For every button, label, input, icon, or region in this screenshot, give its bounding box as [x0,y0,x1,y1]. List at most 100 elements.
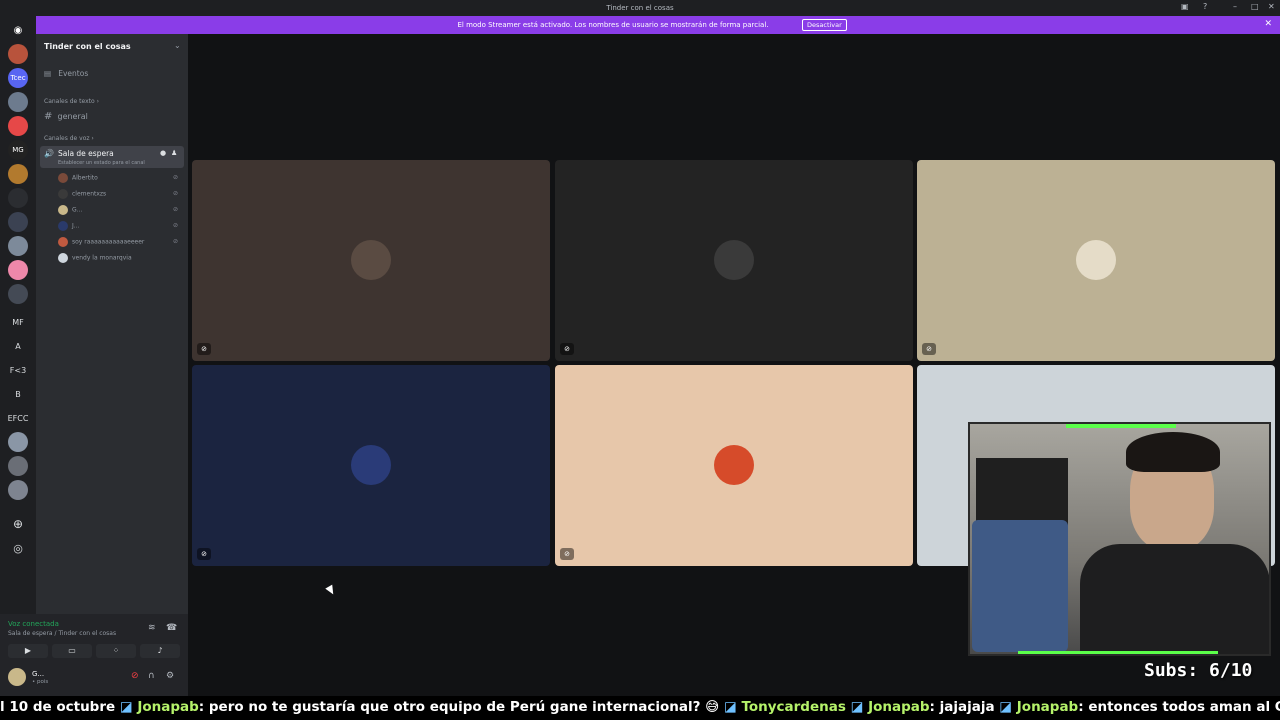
voice-user-avatar [58,205,68,215]
voice-user-avatar [58,237,68,247]
subs-counter: Subs: 6/10 [1144,660,1253,681]
screen-share-button[interactable]: ▭ [52,644,92,658]
server-icon[interactable]: B [8,384,28,404]
inbox-icon[interactable]: ▣ [1181,2,1189,11]
server-icon[interactable] [8,236,28,256]
voice-user-name: vendy la monarqvia [72,254,132,262]
user-name[interactable]: G... [32,670,44,678]
server-icon[interactable] [8,188,28,208]
participant-tile[interactable]: ⊘ [192,365,550,566]
explore-icon[interactable]: ◎ [8,538,28,558]
muted-icon: ⊘ [172,238,178,245]
voice-user-avatar [58,173,68,183]
close-banner-icon[interactable]: ✕ [1264,19,1272,29]
voice-user[interactable]: G... [58,205,82,215]
webcam-frame-accent-bottom [1018,651,1218,654]
server-label: Tcec [10,74,26,82]
participant-tile[interactable]: ⊘ [917,160,1275,361]
help-icon[interactable]: ? [1203,2,1207,11]
server-icon[interactable]: F<3 [8,360,28,380]
user-avatar[interactable] [8,668,26,686]
noise-suppression-icon[interactable]: ≋ [148,623,156,633]
server-icon[interactable]: EFCC [7,408,29,428]
voice-connected-status[interactable]: Voz conectada [8,620,59,628]
server-icon[interactable]: Tcec [8,68,28,88]
server-icon[interactable] [8,164,28,184]
voice-user[interactable]: vendy la monarqvia [58,253,132,263]
voice-user-name: soy raaaaaaaaaaaeeeer [72,238,145,246]
server-name[interactable]: Tinder con el cosas [44,42,131,51]
chat-icon[interactable]: ● [160,149,166,157]
voice-user-avatar [58,253,68,263]
server-icon[interactable] [8,432,28,452]
participant-tile[interactable]: ⊘ [192,160,550,361]
server-icon[interactable] [8,480,28,500]
voice-user[interactable]: soy raaaaaaaaaaaeeeer [58,237,144,247]
webcam-frame-accent [1066,424,1176,428]
server-icon[interactable] [8,456,28,476]
voice-user[interactable]: clementxzs [58,189,106,199]
disconnect-icon[interactable]: ☎ [166,623,177,633]
channel-general-label: general [57,112,88,121]
chat-message: l 10 de octubre [0,699,116,715]
settings-gear-icon[interactable]: ⚙ [166,671,174,681]
server-label: EFCC [7,413,29,423]
voice-location[interactable]: Sala de espera / Tinder con el cosas [8,630,116,637]
voice-category-label: Canales de voz [44,135,90,142]
voice-user-avatar [58,189,68,199]
voice-channel-status[interactable]: Establecer un estado para el canal [58,160,145,166]
server-label: F<3 [9,365,27,375]
server-icon[interactable] [8,116,28,136]
platform-icon: ◪ [723,699,742,715]
server-label: B [15,389,21,399]
headphones-icon[interactable]: ∩ [148,671,155,681]
events-item[interactable]: ▤ Eventos [44,69,88,78]
discord-home-icon[interactable]: ◉ [8,20,28,40]
participant-tile[interactable]: ⊘ [555,365,913,566]
mic-muted-icon: ⊘ [197,548,211,560]
participant-avatar [351,445,391,485]
maximize-icon[interactable]: □ [1251,2,1259,11]
server-icon[interactable]: MF [8,312,28,332]
camera-off-icon: ▶ [24,646,32,655]
voice-channel-sala-de-espera[interactable]: 🔊 Sala de espera Establecer un estado pa… [40,146,184,168]
chat-message: : pero no te gustaría que otro equipo de… [198,699,720,715]
chat-author: Jonapab [868,699,930,715]
chevron-down-icon[interactable]: ⌄ [174,41,181,50]
camera-button[interactable]: ▶ [8,644,48,658]
text-channels-category[interactable]: Canales de texto › [44,98,99,105]
chat-ticker: l 10 de octubre ◪ Jonapab : pero no te gu… [0,696,1280,720]
mic-muted-icon[interactable]: ⊘ [131,671,139,681]
webcam-hair [1126,432,1220,472]
server-icon[interactable]: A [8,336,28,356]
chat-message: : jajajaja [929,699,995,715]
voice-channels-category[interactable]: Canales de voz › [44,135,94,142]
webcam-jacket [1080,544,1269,654]
chat-author: Tonycardenas [741,699,846,715]
close-window-icon[interactable]: ✕ [1268,2,1275,11]
activities-button[interactable]: ⁘ [96,644,136,658]
voice-user[interactable]: Albertito [58,173,98,183]
participant-avatar [351,240,391,280]
server-icon[interactable] [8,92,28,112]
mic-muted-icon: ⊘ [560,548,574,560]
server-icon[interactable]: MG [8,140,28,160]
participant-tile[interactable]: ⊘ [555,160,913,361]
screen-share-icon: ▭ [68,646,76,655]
disable-streamer-mode-button[interactable]: Desactivar [802,19,847,31]
platform-icon: ◪ [999,699,1017,715]
soundboard-button[interactable]: ♪ [140,644,180,658]
server-icon[interactable] [8,284,28,304]
voice-user[interactable]: J... [58,221,80,231]
server-rail: ◉ Tcec MG MF A F<3 B EFCC ⊕ ◎ [0,16,36,696]
muted-icon: ⊘ [172,222,178,229]
server-icon[interactable] [8,260,28,280]
server-icon[interactable] [8,212,28,232]
mic-muted-icon: ⊘ [560,343,574,355]
add-server-icon[interactable]: ⊕ [8,514,28,534]
minimize-icon[interactable]: – [1233,2,1237,11]
channel-general[interactable]: # general [44,111,88,122]
invite-icon[interactable]: ♟ [171,149,177,157]
server-icon[interactable] [8,44,28,64]
soundboard-icon: ♪ [157,646,163,655]
